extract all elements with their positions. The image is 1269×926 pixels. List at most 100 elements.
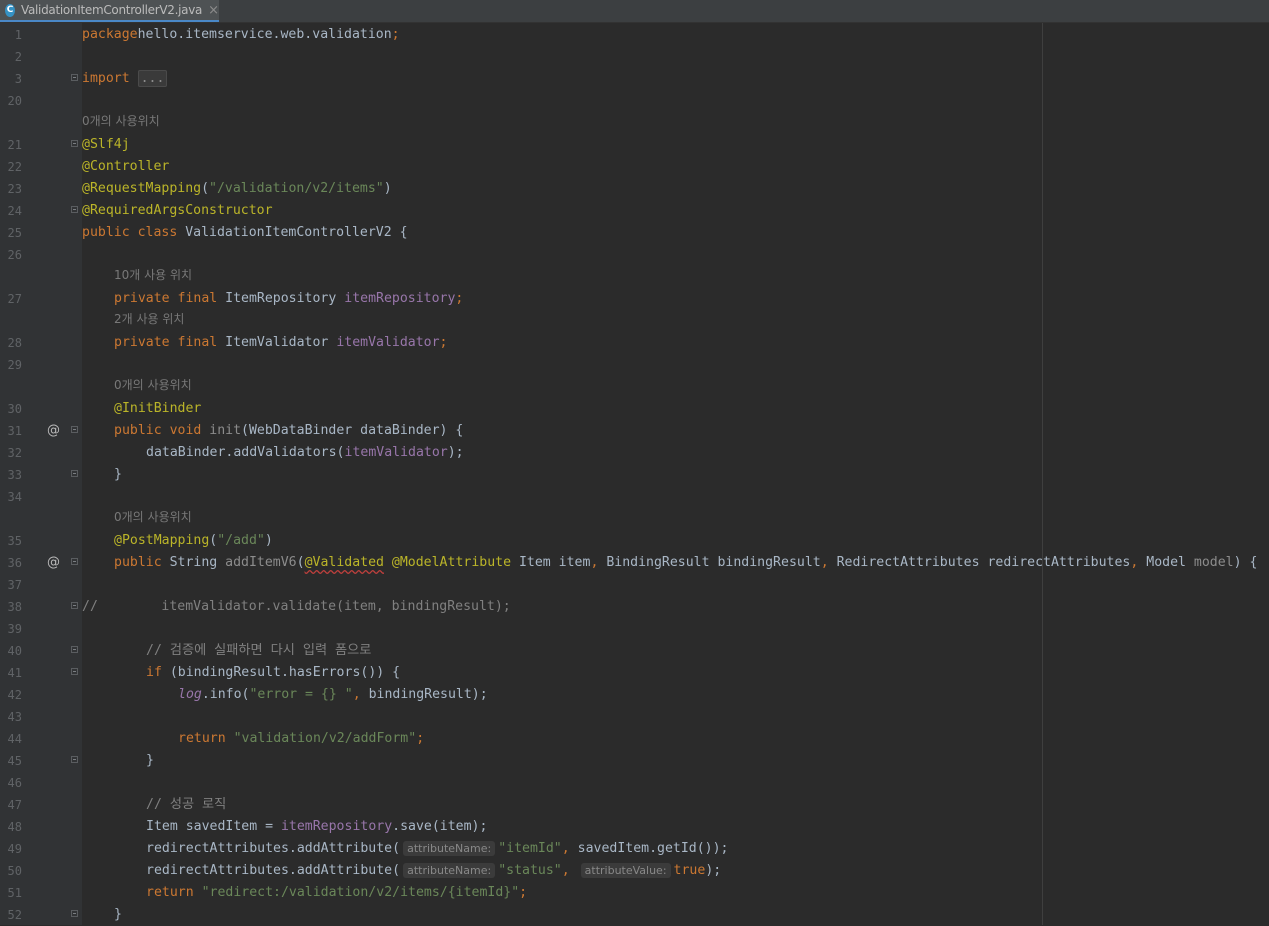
line-number: 32 bbox=[7, 446, 22, 460]
code-token: Item item bbox=[511, 555, 591, 570]
code-token: ); bbox=[447, 445, 464, 460]
code-line[interactable]: 37 bbox=[0, 574, 1269, 596]
code-token: @PostMapping bbox=[114, 533, 210, 548]
code-line[interactable]: 45} bbox=[0, 750, 1269, 772]
code-token: "status" bbox=[498, 863, 562, 878]
line-number: 47 bbox=[7, 798, 22, 812]
code-token: public class bbox=[82, 225, 186, 240]
line-number: 42 bbox=[7, 688, 22, 702]
line-number: 24 bbox=[7, 204, 22, 218]
usage-count-hint[interactable]: 0개의 사용위치 bbox=[82, 112, 160, 129]
file-tab[interactable]: C ValidationItemControllerV2.java × bbox=[0, 0, 219, 22]
code-text: @RequiredArgsConstructor bbox=[82, 200, 273, 222]
code-line[interactable]: 39 bbox=[0, 618, 1269, 640]
line-number: 37 bbox=[7, 578, 22, 592]
code-line[interactable]: 20 bbox=[0, 90, 1269, 112]
file-tab-label: ValidationItemControllerV2.java bbox=[20, 3, 203, 17]
fold-toggle-icon[interactable] bbox=[71, 756, 78, 763]
code-line[interactable]: 46 bbox=[0, 772, 1269, 794]
fold-toggle-icon[interactable] bbox=[71, 558, 78, 565]
code-text: } bbox=[114, 464, 122, 486]
code-line[interactable]: 44 return "validation/v2/addForm"; bbox=[0, 728, 1269, 750]
code-token: @RequestMapping bbox=[82, 181, 202, 196]
code-line[interactable]: 52} bbox=[0, 904, 1269, 926]
usage-hint-line[interactable]: 0개의 사용위치 bbox=[0, 112, 1269, 134]
code-line[interactable]: 31 @ public void init(WebDataBinder dataBi… bbox=[0, 420, 1269, 442]
code-line[interactable]: 26 bbox=[0, 244, 1269, 266]
code-text: } bbox=[114, 904, 122, 926]
fold-toggle-icon[interactable] bbox=[71, 602, 78, 609]
line-number: 40 bbox=[7, 644, 22, 658]
usage-count-hint[interactable]: 10개 사용 위치 bbox=[114, 266, 192, 283]
code-token: ( bbox=[296, 555, 305, 570]
code-line[interactable]: 22 @Controller bbox=[0, 156, 1269, 178]
usage-count-hint[interactable]: 2개 사용 위치 bbox=[114, 310, 184, 327]
code-token: , bbox=[820, 555, 837, 570]
code-line[interactable]: 30 @InitBinder bbox=[0, 398, 1269, 420]
fold-toggle-icon[interactable] bbox=[71, 668, 78, 675]
line-number: 21 bbox=[7, 138, 22, 152]
code-line[interactable]: 42 log.info("error = {} ", bindingResult)… bbox=[0, 684, 1269, 706]
code-line[interactable]: 1 packagehello.itemservice.web.validation… bbox=[0, 24, 1269, 46]
override-marker-icon[interactable]: @ bbox=[47, 552, 60, 574]
code-text: packagehello.itemservice.web.validation; bbox=[82, 24, 400, 46]
code-token: savedItem.getId()); bbox=[577, 841, 729, 856]
usage-hint-line[interactable]: 2개 사용 위치 bbox=[0, 310, 1269, 332]
override-marker-icon[interactable]: @ bbox=[47, 420, 60, 442]
code-token: // itemValidator.validate(item, bindingR… bbox=[82, 599, 511, 614]
code-line[interactable]: 43 bbox=[0, 706, 1269, 728]
code-token: ; bbox=[439, 335, 448, 350]
code-line[interactable]: 49 redirectAttributes.addAttribute(attrib… bbox=[0, 838, 1269, 860]
code-token: ItemValidator bbox=[225, 335, 337, 350]
fold-toggle-icon[interactable] bbox=[71, 74, 78, 81]
fold-toggle-icon[interactable] bbox=[71, 910, 78, 917]
code-line[interactable]: 32 dataBinder.addValidators(itemValidator… bbox=[0, 442, 1269, 464]
code-token: bindingResult); bbox=[368, 687, 488, 702]
fold-toggle-icon[interactable] bbox=[71, 140, 78, 147]
collapsed-imports[interactable]: ... bbox=[137, 70, 168, 87]
fold-toggle-icon[interactable] bbox=[71, 206, 78, 213]
code-line[interactable]: 35 @PostMapping("/add") bbox=[0, 530, 1269, 552]
code-text: redirectAttributes.addAttribute(attribut… bbox=[146, 838, 729, 860]
line-number: 35 bbox=[7, 534, 22, 548]
code-line[interactable]: 48 Item savedItem = itemRepository.save(i… bbox=[0, 816, 1269, 838]
line-number: 51 bbox=[7, 886, 22, 900]
code-line[interactable]: 34 bbox=[0, 486, 1269, 508]
close-icon[interactable]: × bbox=[208, 3, 219, 18]
line-number: 41 bbox=[7, 666, 22, 680]
code-line[interactable]: 29 bbox=[0, 354, 1269, 376]
code-line[interactable]: 25 public class ValidationItemControllerV… bbox=[0, 222, 1269, 244]
code-line[interactable]: 47 // 성공 로직 bbox=[0, 794, 1269, 816]
code-line[interactable]: 36 @ public String addItemV6(@Validated @M… bbox=[0, 552, 1269, 574]
code-line[interactable]: 50 redirectAttributes.addAttribute(attrib… bbox=[0, 860, 1269, 882]
code-token: "/validation/v2/items" bbox=[209, 181, 384, 196]
line-number: 43 bbox=[7, 710, 22, 724]
code-line[interactable]: 2 bbox=[0, 46, 1269, 68]
usage-count-hint[interactable]: 0개의 사용위치 bbox=[114, 376, 192, 393]
code-text: public String addItemV6(@Validated @Mode… bbox=[114, 552, 1257, 574]
code-line[interactable]: 24 @RequiredArgsConstructor bbox=[0, 200, 1269, 222]
fold-toggle-icon[interactable] bbox=[71, 646, 78, 653]
code-line[interactable]: 27 private final ItemRepository itemRepos… bbox=[0, 288, 1269, 310]
code-editor[interactable]: 1 packagehello.itemservice.web.validation… bbox=[0, 23, 1269, 925]
code-line[interactable]: 33} bbox=[0, 464, 1269, 486]
usage-hint-line[interactable]: 10개 사용 위치 bbox=[0, 266, 1269, 288]
code-line[interactable]: 40 // 검증에 실패하면 다시 입력 폼으로 bbox=[0, 640, 1269, 662]
code-token: , bbox=[590, 555, 607, 570]
code-token: ); bbox=[705, 863, 722, 878]
code-line[interactable]: 3 import ... bbox=[0, 68, 1269, 90]
usage-hint-line[interactable]: 0개의 사용위치 bbox=[0, 508, 1269, 530]
code-line[interactable]: 38 // itemValidator.validate(item, bindin… bbox=[0, 596, 1269, 618]
usage-count-hint[interactable]: 0개의 사용위치 bbox=[114, 508, 192, 525]
usage-hint-line[interactable]: 0개의 사용위치 bbox=[0, 376, 1269, 398]
code-line[interactable]: 41 if (bindingResult.hasErrors()) { bbox=[0, 662, 1269, 684]
code-line[interactable]: 23 @RequestMapping("/validation/v2/items"… bbox=[0, 178, 1269, 200]
code-text: @Slf4j bbox=[82, 134, 130, 156]
code-line[interactable]: 21 @Slf4j bbox=[0, 134, 1269, 156]
code-line[interactable]: 51 return "redirect:/validation/v2/items/… bbox=[0, 882, 1269, 904]
code-text: @InitBinder bbox=[114, 398, 201, 420]
code-line[interactable]: 28 private final ItemValidator itemValida… bbox=[0, 332, 1269, 354]
fold-toggle-icon[interactable] bbox=[71, 470, 78, 477]
code-text: @Controller bbox=[82, 156, 169, 178]
fold-toggle-icon[interactable] bbox=[71, 426, 78, 433]
